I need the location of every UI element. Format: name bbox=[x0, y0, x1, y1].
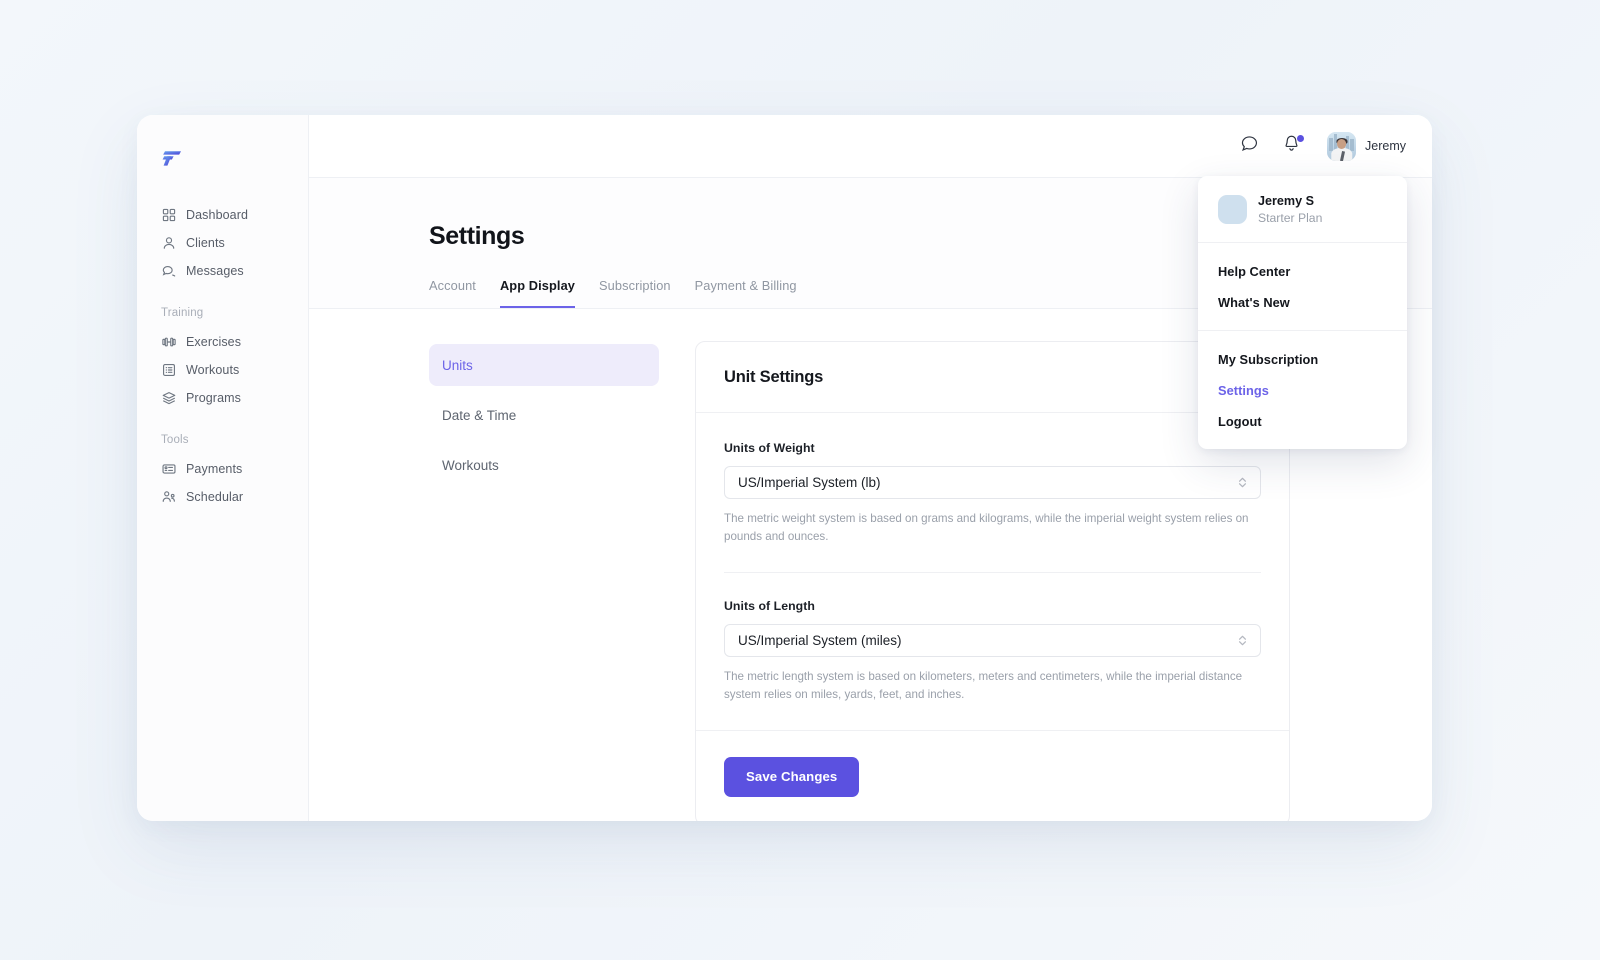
grid-icon bbox=[161, 208, 176, 223]
user-network-icon bbox=[161, 490, 176, 505]
sidebar-item-programs[interactable]: Programs bbox=[137, 384, 308, 412]
dropdown-profile-text: Jeremy S Starter Plan bbox=[1258, 193, 1322, 226]
sidebar-item-label: Clients bbox=[186, 236, 225, 250]
tab-app-display[interactable]: App Display bbox=[499, 278, 576, 308]
sidebar-item-messages[interactable]: Messages bbox=[137, 257, 308, 285]
notification-badge-dot bbox=[1297, 135, 1305, 142]
sidebar-item-label: Programs bbox=[186, 391, 241, 405]
notifications-button[interactable] bbox=[1279, 134, 1305, 158]
dropdown-group-support: Help Center What's New bbox=[1198, 243, 1407, 332]
units-of-length-select[interactable]: US/Imperial System (miles) bbox=[724, 623, 1261, 657]
field-units-of-length: Units of Length US/Imperial System (mile… bbox=[724, 571, 1261, 730]
select-value: US/Imperial System (lb) bbox=[738, 475, 881, 490]
tab-account[interactable]: Account bbox=[429, 278, 476, 308]
sidebar-item-label: Workouts bbox=[186, 363, 240, 377]
list-document-icon bbox=[161, 363, 176, 378]
subnav-item-date-time[interactable]: Date & Time bbox=[429, 394, 659, 436]
logo[interactable] bbox=[137, 133, 308, 181]
dropdown-group-account: My Subscription Settings Logout bbox=[1198, 331, 1407, 449]
sidebar-item-label: Payments bbox=[186, 462, 243, 476]
sidebar-item-clients[interactable]: Clients bbox=[137, 229, 308, 257]
subnav-item-units[interactable]: Units bbox=[429, 344, 659, 386]
save-changes-button[interactable]: Save Changes bbox=[724, 756, 860, 797]
topbar-actions: Jeremy bbox=[1237, 131, 1406, 161]
sidebar-section-tools: Tools Payments Schedular bbox=[137, 434, 308, 511]
sidebar-item-label: Messages bbox=[186, 264, 244, 278]
card-body: Units of Weight US/Imperial System (lb) bbox=[696, 413, 1289, 730]
user-name-label: Jeremy bbox=[1365, 139, 1406, 153]
dropdown-item-whats-new[interactable]: What's New bbox=[1198, 287, 1407, 318]
sidebar-item-exercises[interactable]: Exercises bbox=[137, 328, 308, 356]
subnav-item-workouts[interactable]: Workouts bbox=[429, 444, 659, 486]
chevron-updown-icon bbox=[1237, 633, 1248, 648]
topbar: Jeremy bbox=[309, 115, 1432, 178]
sidebar-item-label: Exercises bbox=[186, 335, 242, 349]
dropdown-item-help-center[interactable]: Help Center bbox=[1198, 256, 1407, 287]
tab-payment-billing[interactable]: Payment & Billing bbox=[695, 278, 797, 308]
sidebar-item-schedular[interactable]: Schedular bbox=[137, 483, 308, 511]
dropdown-user-avatar bbox=[1218, 195, 1247, 225]
field-help-text: The metric length system is based on kil… bbox=[724, 669, 1243, 701]
messages-button[interactable] bbox=[1237, 134, 1261, 158]
user-icon bbox=[161, 236, 176, 251]
sidebar: Dashboard Clients Messages Training Exer… bbox=[137, 115, 309, 821]
sidebar-primary-nav: Dashboard Clients Messages bbox=[137, 201, 308, 285]
chevron-updown-icon bbox=[1237, 475, 1248, 490]
fitness-app-logo-icon bbox=[162, 150, 181, 166]
dropdown-user-name: Jeremy S bbox=[1258, 194, 1315, 208]
dropdown-item-my-subscription[interactable]: My Subscription bbox=[1198, 344, 1407, 375]
user-menu-trigger[interactable]: Jeremy bbox=[1327, 131, 1406, 161]
sidebar-item-label: Dashboard bbox=[186, 208, 249, 222]
sidebar-item-dashboard[interactable]: Dashboard bbox=[137, 201, 308, 229]
dropdown-item-settings[interactable]: Settings bbox=[1198, 375, 1407, 406]
dropdown-user-plan: Starter Plan bbox=[1258, 211, 1323, 225]
dumbbell-icon bbox=[161, 335, 176, 350]
dropdown-profile[interactable]: Jeremy S Starter Plan bbox=[1198, 176, 1407, 244]
sidebar-item-payments[interactable]: Payments bbox=[137, 455, 308, 483]
sidebar-item-workouts[interactable]: Workouts bbox=[137, 356, 308, 384]
sidebar-item-label: Schedular bbox=[186, 490, 244, 504]
field-label: Units of Weight bbox=[724, 441, 815, 455]
layers-icon bbox=[161, 391, 176, 406]
chat-bubbles-icon bbox=[161, 264, 176, 279]
chat-bubble-icon bbox=[1240, 134, 1259, 158]
field-units-of-weight: Units of Weight US/Imperial System (lb) bbox=[724, 441, 1261, 572]
units-of-weight-select[interactable]: US/Imperial System (lb) bbox=[724, 466, 1261, 499]
credit-card-icon bbox=[161, 462, 176, 477]
field-help-text: The metric weight system is based on gra… bbox=[724, 512, 1249, 543]
settings-subnav: Units Date & Time Workouts bbox=[429, 341, 659, 821]
card-title: Unit Settings bbox=[724, 368, 824, 386]
sidebar-section-title: Training bbox=[161, 307, 204, 319]
field-label: Units of Length bbox=[724, 598, 815, 613]
select-value: US/Imperial System (miles) bbox=[738, 632, 902, 648]
sidebar-section-training: Training Exercises Workouts Programs bbox=[137, 307, 308, 412]
tab-subscription[interactable]: Subscription bbox=[599, 278, 671, 308]
sidebar-section-title: Tools bbox=[161, 434, 189, 446]
card-footer: Save Changes bbox=[696, 729, 1289, 821]
user-dropdown-menu: Jeremy S Starter Plan Help Center What's… bbox=[1198, 176, 1407, 450]
dropdown-item-logout[interactable]: Logout bbox=[1198, 406, 1407, 437]
user-avatar bbox=[1327, 131, 1357, 161]
